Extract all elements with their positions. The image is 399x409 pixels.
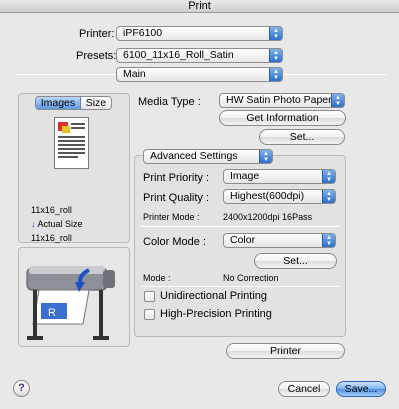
print-quality-label: Print Quality : [143,192,210,204]
save-button[interactable]: Save... [336,381,386,397]
separator [141,286,339,287]
color-mode-label: Color Mode : [143,236,206,248]
presets-label: Presets: [76,50,117,62]
svg-text:R: R [48,307,56,319]
printer-icon: R [26,266,115,340]
actual-size-row: ↓ Actual Size [31,219,83,229]
unidirectional-label: Unidirectional Printing [160,290,267,302]
printer-popup[interactable]: iPF6100 ▲ ▼ [116,26,283,41]
unidirectional-checkbox[interactable] [144,291,155,302]
media-set-button[interactable]: Set... [259,129,345,145]
popup-arrows-icon: ▲ ▼ [269,27,282,40]
popup-arrows-icon: ▲ ▼ [269,49,282,62]
actual-size-label: Actual Size [37,219,83,229]
thumbnail-text-line [71,127,85,129]
popup-arrows-icon: ▲ ▼ [322,234,335,247]
print-priority-label: Print Priority : [143,172,210,184]
high-precision-label: High-Precision Printing [160,308,272,320]
panel-value: Main [123,68,146,80]
printer-button[interactable]: Printer [226,343,345,359]
preview-panel: Images Size 11x16_roll ↓ Actual Size 11x… [18,93,130,243]
popup-arrows-icon: ▲ ▼ [322,170,335,183]
thumbnail-text-line [71,123,85,125]
media-type-value: HW Satin Photo Paper [226,94,332,106]
high-precision-checkbox[interactable] [144,309,155,320]
color-set-button[interactable]: Set... [254,253,337,269]
printer-mode-value: 2400x1200dpi 16Pass [223,212,313,222]
advanced-settings-title: Advanced Settings [150,150,238,162]
print-priority-popup[interactable]: Image ▲ ▼ [223,169,336,184]
print-priority-value: Image [230,170,260,182]
separator [141,226,339,227]
cancel-button[interactable]: Cancel [278,381,330,397]
tab-size[interactable]: Size [80,97,111,109]
printer-value: iPF6100 [123,27,163,39]
popup-arrows-icon: ▲ ▼ [331,94,344,107]
down-arrow-icon: ↓ [31,219,36,229]
get-information-button[interactable]: Get Information [219,110,346,126]
thumbnail-image-accent [62,126,70,133]
thumbnail-text-line [58,156,78,158]
thumbnail-text-line [58,148,85,150]
popup-arrows-icon: ▲ ▼ [269,68,282,81]
advanced-settings-group: Advanced Settings ▲ ▼ Print Priority : Im… [134,149,346,337]
thumbnail-text-line [58,140,85,142]
thumbnail-text-line [58,144,85,146]
paper-size-text: 11x16_roll [31,205,72,215]
preview-tabs: Images Size [35,96,112,110]
page-thumbnail [54,117,89,169]
thumbnail-text-line [58,152,85,154]
printer-label: Printer: [79,28,115,40]
print-dialog: Printer: iPF6100 ▲ ▼ Presets: 6100_11x16_… [0,13,399,409]
help-button[interactable]: ? [13,380,30,397]
print-quality-popup[interactable]: Highest(600dpi) ▲ ▼ [223,189,336,204]
thumbnail-text-line [58,136,85,138]
color-mode-popup[interactable]: Color ▲ ▼ [223,233,336,248]
presets-value: 6100_11x16_Roll_Satin [123,49,234,61]
popup-arrows-icon: ▲ ▼ [259,150,272,163]
color-mode-value: Color [230,234,256,246]
print-quality-value: Highest(600dpi) [230,190,305,202]
media-type-label: Media Type : [138,96,201,108]
mode-label: Mode : [143,273,171,283]
printer-illustration: R [18,247,130,347]
printer-mode-label: Printer Mode : [143,212,200,222]
tab-images[interactable]: Images [36,97,81,109]
output-size-text: 11x16_roll [31,233,72,243]
window-title: Print [0,0,399,13]
popup-arrows-icon: ▲ ▼ [322,190,335,203]
presets-popup[interactable]: 6100_11x16_Roll_Satin ▲ ▼ [116,48,283,63]
panel-popup[interactable]: Main ▲ ▼ [116,67,283,82]
advanced-settings-popup[interactable]: Advanced Settings ▲ ▼ [143,149,273,164]
media-type-popup[interactable]: HW Satin Photo Paper ▲ ▼ [219,93,345,108]
mode-value: No Correction [223,273,279,283]
